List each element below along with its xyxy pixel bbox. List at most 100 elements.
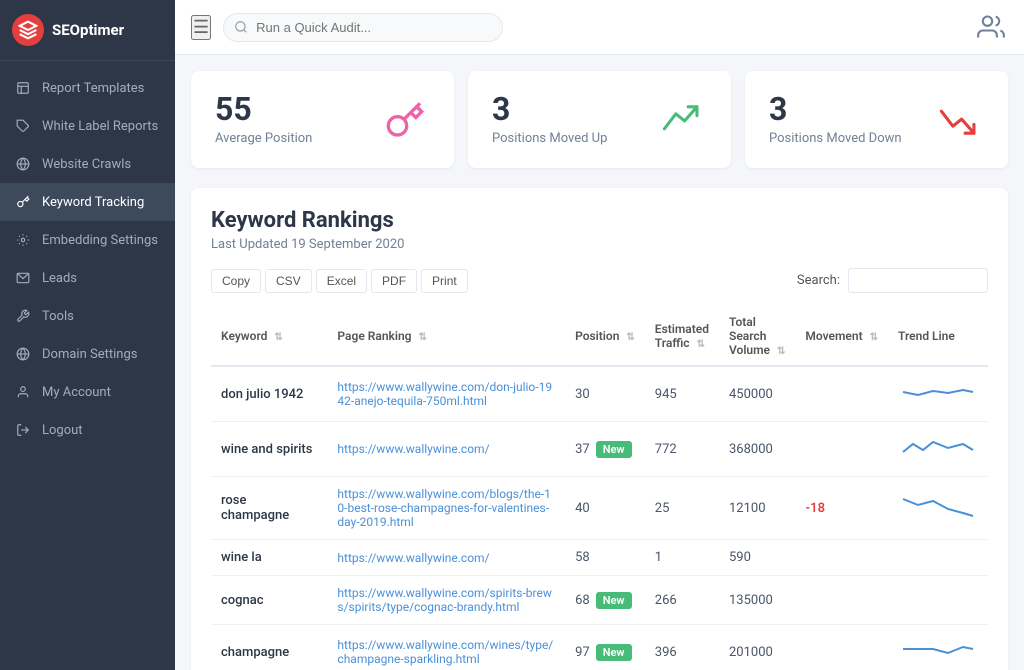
table-subtitle: Last Updated 19 September 2020 — [211, 237, 988, 252]
website-crawls-icon — [14, 155, 32, 173]
cell-movement: -18 — [795, 477, 888, 540]
col-total-search-volume: TotalSearchVolume ⇅ — [719, 307, 795, 366]
key-icon — [380, 95, 430, 145]
user-icon[interactable] — [974, 10, 1008, 44]
badge-new: New — [596, 644, 632, 661]
sidebar-item-my-account[interactable]: My Account — [0, 373, 175, 411]
logout-icon — [14, 421, 32, 439]
sidebar-label-logout: Logout — [42, 423, 83, 438]
sidebar-label-keyword-tracking: Keyword Tracking — [42, 195, 144, 210]
moved-up-value: 3 — [492, 93, 607, 125]
my-account-icon — [14, 383, 32, 401]
avg-position-label: Average Position — [215, 131, 312, 146]
cell-traffic: 1 — [645, 540, 719, 576]
stat-card-moved-down: 3 Positions Moved Down — [745, 71, 1008, 168]
cell-movement — [795, 625, 888, 670]
table-search: Search: — [797, 268, 988, 293]
arrow-down-icon — [934, 95, 984, 145]
sidebar-item-report-templates[interactable]: Report Templates — [0, 69, 175, 107]
sidebar-label-domain-settings: Domain Settings — [42, 347, 137, 362]
quick-audit-input[interactable] — [223, 13, 503, 42]
sidebar-label-white-label-reports: White Label Reports — [42, 119, 158, 134]
table-row: cognac https://www.wallywine.com/spirits… — [211, 576, 988, 625]
arrow-up-icon — [657, 95, 707, 145]
cell-movement — [795, 576, 888, 625]
sidebar-item-leads[interactable]: Leads — [0, 259, 175, 297]
badge-new: New — [596, 441, 632, 458]
cell-trend — [888, 576, 988, 625]
cell-movement — [795, 422, 888, 477]
csv-button[interactable]: CSV — [265, 269, 312, 293]
col-trend-line: Trend Line — [888, 307, 988, 366]
sidebar-item-domain-settings[interactable]: Domain Settings — [0, 335, 175, 373]
main-content: ☰ 55 Average Position 3 — [175, 0, 1024, 670]
sidebar-item-website-crawls[interactable]: Website Crawls — [0, 145, 175, 183]
cell-trend — [888, 477, 988, 540]
embedding-settings-icon — [14, 231, 32, 249]
table-row: rose champagne https://www.wallywine.com… — [211, 477, 988, 540]
col-position: Position ⇅ — [565, 307, 645, 366]
content-area: 55 Average Position 3 Positions Moved Up — [175, 55, 1024, 670]
sidebar: SEOptimer Report Templates White Label R… — [0, 0, 175, 670]
report-templates-icon — [14, 79, 32, 97]
sidebar-label-leads: Leads — [42, 271, 77, 286]
pdf-button[interactable]: PDF — [371, 269, 417, 293]
badge-new: New — [596, 592, 632, 609]
col-keyword: Keyword ⇅ — [211, 307, 327, 366]
cell-url: https://www.wallywine.com/don-julio-1942… — [327, 366, 565, 422]
cell-traffic: 945 — [645, 366, 719, 422]
cell-keyword: cognac — [211, 576, 327, 625]
cell-volume: 590 — [719, 540, 795, 576]
table-row: don julio 1942 https://www.wallywine.com… — [211, 366, 988, 422]
sidebar-label-my-account: My Account — [42, 385, 111, 400]
cell-keyword: wine and spirits — [211, 422, 327, 477]
logo-text: SEOptimer — [52, 21, 124, 39]
cell-volume: 12100 — [719, 477, 795, 540]
col-movement: Movement ⇅ — [795, 307, 888, 366]
table-row: champagne https://www.wallywine.com/wine… — [211, 625, 988, 670]
table-row: wine and spirits https://www.wallywine.c… — [211, 422, 988, 477]
cell-volume: 201000 — [719, 625, 795, 670]
white-label-reports-icon — [14, 117, 32, 135]
cell-traffic: 772 — [645, 422, 719, 477]
leads-icon — [14, 269, 32, 287]
sidebar-item-keyword-tracking[interactable]: Keyword Tracking — [0, 183, 175, 221]
cell-trend — [888, 366, 988, 422]
sidebar-label-website-crawls: Website Crawls — [42, 157, 131, 172]
stat-cards-container: 55 Average Position 3 Positions Moved Up — [191, 71, 1008, 168]
sidebar-item-white-label-reports[interactable]: White Label Reports — [0, 107, 175, 145]
cell-trend — [888, 422, 988, 477]
cell-url: https://www.wallywine.com/ — [327, 422, 565, 477]
cell-volume: 135000 — [719, 576, 795, 625]
sidebar-item-embedding-settings[interactable]: Embedding Settings — [0, 221, 175, 259]
cell-volume: 368000 — [719, 422, 795, 477]
cell-url: https://www.wallywine.com/wines/type/cha… — [327, 625, 565, 670]
cell-position: 40 — [565, 477, 645, 540]
table-search-input[interactable] — [848, 268, 988, 293]
cell-volume: 450000 — [719, 366, 795, 422]
cell-traffic: 396 — [645, 625, 719, 670]
sidebar-logo: SEOptimer — [0, 0, 175, 61]
copy-button[interactable]: Copy — [211, 269, 261, 293]
menu-toggle-button[interactable]: ☰ — [191, 15, 211, 40]
cell-url: https://www.wallywine.com/spirits-brews/… — [327, 576, 565, 625]
moved-down-label: Positions Moved Down — [769, 131, 902, 146]
col-page-ranking: Page Ranking ⇅ — [327, 307, 565, 366]
cell-position: 97New — [565, 625, 645, 670]
cell-traffic: 266 — [645, 576, 719, 625]
col-estimated-traffic: EstimatedTraffic ⇅ — [645, 307, 719, 366]
cell-traffic: 25 — [645, 477, 719, 540]
stat-card-avg-position: 55 Average Position — [191, 71, 454, 168]
cell-movement — [795, 366, 888, 422]
moved-up-label: Positions Moved Up — [492, 131, 607, 146]
cell-position: 30 — [565, 366, 645, 422]
keyword-tracking-icon — [14, 193, 32, 211]
domain-settings-icon — [14, 345, 32, 363]
print-button[interactable]: Print — [421, 269, 468, 293]
excel-button[interactable]: Excel — [316, 269, 367, 293]
sidebar-item-logout[interactable]: Logout — [0, 411, 175, 449]
sidebar-label-report-templates: Report Templates — [42, 81, 144, 96]
sidebar-item-tools[interactable]: Tools — [0, 297, 175, 335]
logo-icon — [12, 14, 44, 46]
keyword-rankings-section: Keyword Rankings Last Updated 19 Septemb… — [191, 188, 1008, 670]
